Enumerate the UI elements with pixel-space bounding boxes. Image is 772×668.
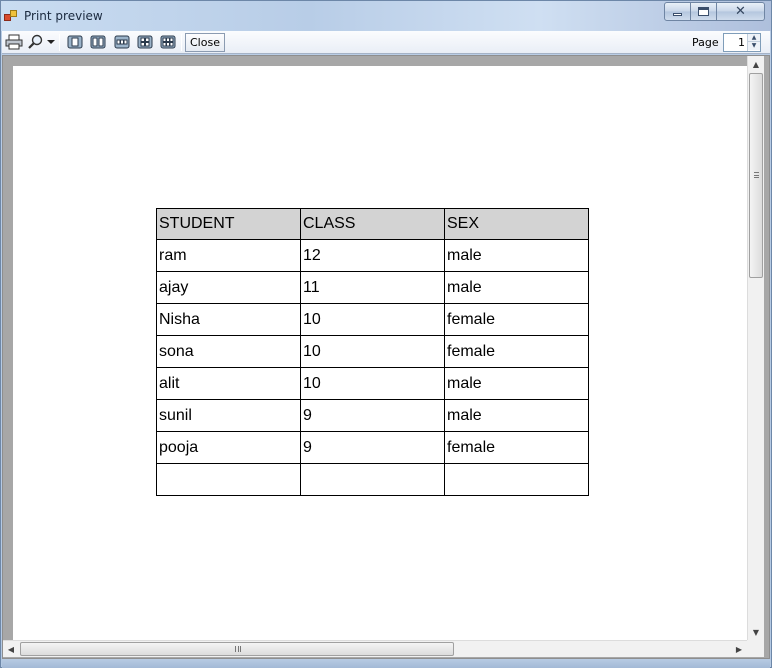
four-pages-icon[interactable] (135, 34, 155, 50)
close-icon: ✕ (735, 4, 746, 19)
cell-sex (444, 463, 589, 496)
table-row-empty (156, 463, 589, 496)
scroll-up-icon[interactable]: ▲ (748, 56, 764, 72)
column-header-sex: SEX (444, 208, 589, 240)
cell-class: 10 (300, 367, 445, 400)
table-header-row: STUDENT CLASS SEX (156, 208, 589, 240)
app-icon (4, 10, 18, 22)
cell-class: 10 (300, 335, 445, 368)
cell-sex: male (444, 399, 589, 432)
spinner-arrows: ▲ ▼ (747, 34, 760, 51)
cell-student: ram (156, 239, 301, 272)
scroll-left-icon[interactable]: ◀ (3, 641, 19, 657)
grip-icon (235, 646, 241, 652)
window-title: Print preview (24, 9, 103, 23)
scroll-down-icon[interactable]: ▼ (748, 624, 764, 640)
table-row: pooja 9 female (156, 431, 589, 464)
toolbar: Close Page 1 ▲ ▼ (2, 31, 770, 54)
cell-student: pooja (156, 431, 301, 464)
column-header-student: STUDENT (156, 208, 301, 240)
minimize-button[interactable] (664, 2, 691, 21)
table-row: sunil 9 male (156, 399, 589, 432)
one-page-icon[interactable] (65, 34, 85, 50)
spinner-down-icon[interactable]: ▼ (748, 42, 760, 50)
maximize-icon (698, 7, 709, 16)
three-pages-icon[interactable] (112, 34, 132, 50)
horizontal-scroll-thumb[interactable] (20, 642, 454, 656)
page-label: Page (692, 36, 719, 49)
column-header-class: CLASS (300, 208, 445, 240)
vertical-scrollbar[interactable]: ▲ ▼ (747, 56, 764, 640)
spinner-up-icon[interactable]: ▲ (748, 34, 760, 42)
close-window-button[interactable]: ✕ (717, 2, 765, 21)
chevron-down-icon[interactable] (46, 34, 56, 50)
two-pages-icon[interactable] (88, 34, 108, 50)
cell-class: 10 (300, 303, 445, 336)
caption-buttons: ✕ (664, 2, 765, 21)
preview-area[interactable]: STUDENT CLASS SEX ram 12 male ajay 11 ma… (2, 55, 770, 659)
cell-sex: male (444, 239, 589, 272)
print-preview-window: Print preview ✕ Close Page 1 ▲ ▼ STUDENT… (0, 0, 772, 668)
cell-class: 9 (300, 431, 445, 464)
cell-sex: female (444, 303, 589, 336)
horizontal-scrollbar[interactable]: ◀ ▶ (3, 640, 747, 657)
table-row: sona 10 female (156, 335, 589, 368)
minimize-icon (673, 13, 682, 16)
cell-student: ajay (156, 271, 301, 304)
cell-sex: female (444, 335, 589, 368)
cell-class (300, 463, 445, 496)
grip-icon (754, 172, 759, 178)
cell-student: alit (156, 367, 301, 400)
table-row: ajay 11 male (156, 271, 589, 304)
cell-class: 9 (300, 399, 445, 432)
scroll-right-icon[interactable]: ▶ (731, 641, 747, 657)
maximize-button[interactable] (691, 2, 717, 21)
cell-sex: female (444, 431, 589, 464)
magnifier-icon[interactable] (27, 34, 45, 50)
cell-sex: male (444, 271, 589, 304)
cell-student (156, 463, 301, 496)
table-row: ram 12 male (156, 239, 589, 272)
page-number-spinner[interactable]: 1 ▲ ▼ (723, 33, 761, 52)
table-row: alit 10 male (156, 367, 589, 400)
cell-sex: male (444, 367, 589, 400)
cell-student: Nisha (156, 303, 301, 336)
cell-class: 11 (300, 271, 445, 304)
close-button[interactable]: Close (185, 33, 225, 52)
student-table: STUDENT CLASS SEX ram 12 male ajay 11 ma… (156, 208, 589, 496)
cell-class: 12 (300, 239, 445, 272)
cell-student: sunil (156, 399, 301, 432)
cell-student: sona (156, 335, 301, 368)
table-row: Nisha 10 female (156, 303, 589, 336)
toolbar-separator (181, 34, 182, 51)
window-bottom-border (2, 659, 770, 668)
title-bar[interactable]: Print preview ✕ (1, 1, 771, 31)
toolbar-separator (59, 34, 60, 51)
page-number-value[interactable]: 1 (738, 36, 745, 49)
six-pages-icon[interactable] (158, 34, 178, 50)
printer-icon[interactable] (5, 34, 23, 50)
preview-page: STUDENT CLASS SEX ram 12 male ajay 11 ma… (13, 66, 749, 642)
vertical-scroll-thumb[interactable] (749, 73, 763, 278)
scrollbar-corner (747, 640, 764, 657)
